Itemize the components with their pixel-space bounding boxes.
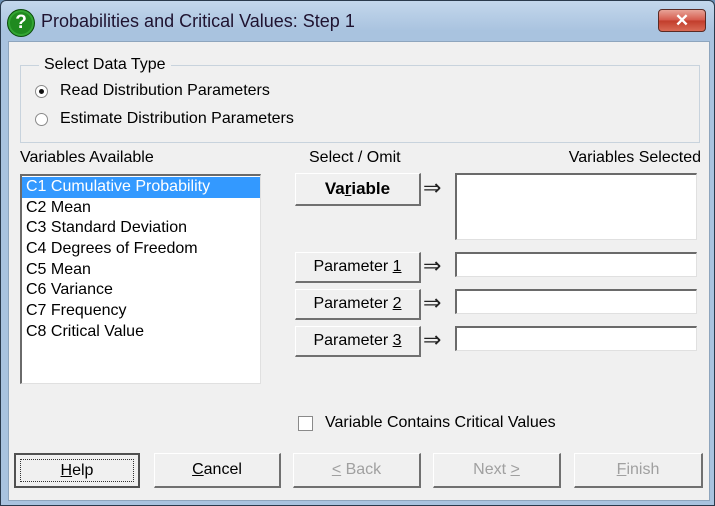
button-mnemonic: 3 (392, 332, 402, 349)
variable-selected-field[interactable] (455, 173, 697, 240)
variable-button[interactable]: Variable (295, 173, 421, 206)
button-text: Next (473, 461, 511, 478)
focus-rectangle (20, 459, 134, 482)
parameter-3-button[interactable]: Parameter 3 (295, 326, 421, 357)
critical-values-checkbox-label: Variable Contains Critical Values (325, 414, 556, 431)
list-item[interactable]: C5 Mean (22, 260, 260, 281)
parameter-2-field[interactable] (455, 289, 697, 314)
button-mnemonic: C (192, 461, 204, 478)
list-item[interactable]: C3 Standard Deviation (22, 218, 260, 239)
question-icon: ? (7, 9, 35, 37)
close-icon: ✕ (674, 11, 690, 30)
list-item[interactable]: C6 Variance (22, 280, 260, 301)
parameter-3-field[interactable] (455, 326, 697, 351)
arrow-right-icon: ⇒ (423, 327, 442, 352)
back-button[interactable]: < Back (293, 453, 421, 488)
list-item[interactable]: C2 Mean (22, 198, 260, 219)
button-text: Parameter (313, 258, 393, 275)
button-mnemonic: < (331, 461, 342, 478)
dialog-window: ? Probabilities and Critical Values: Ste… (0, 0, 715, 506)
button-mnemonic: 1 (392, 258, 402, 275)
arrow-right-icon: ⇒ (423, 290, 442, 315)
window-title: Probabilities and Critical Values: Step … (41, 11, 355, 31)
button-mnemonic: 2 (392, 295, 402, 312)
data-type-group (20, 65, 700, 143)
dialog-body: Select Data Type Read Distribution Param… (8, 41, 710, 501)
list-item[interactable]: C7 Frequency (22, 301, 260, 322)
title-bar[interactable]: ? Probabilities and Critical Values: Ste… (1, 1, 714, 41)
button-text: Back (341, 461, 382, 478)
variables-available-list[interactable]: C1 Cumulative Probability C2 Mean C3 Sta… (20, 174, 261, 384)
radio-label: Read Distribution Parameters (60, 82, 270, 99)
button-text: inish (626, 461, 660, 478)
help-button[interactable]: Help (14, 453, 140, 488)
button-text: Va (324, 179, 345, 198)
radio-button[interactable] (35, 112, 48, 126)
critical-values-checkbox[interactable] (298, 416, 313, 431)
button-text: iable (351, 179, 391, 198)
button-text: ancel (203, 461, 242, 478)
parameter-1-button[interactable]: Parameter 1 (295, 252, 421, 283)
button-text: Parameter (313, 295, 393, 312)
variables-available-label: Variables Available (20, 149, 154, 166)
data-type-group-legend: Select Data Type (39, 56, 171, 74)
select-omit-label: Select / Omit (309, 149, 401, 166)
arrow-right-icon: ⇒ (423, 253, 442, 278)
next-button[interactable]: Next > (433, 453, 561, 488)
list-item[interactable]: C4 Degrees of Freedom (22, 239, 260, 260)
parameter-1-field[interactable] (455, 252, 697, 277)
radio-button-selected[interactable] (35, 84, 48, 98)
radio-label: Estimate Distribution Parameters (60, 110, 294, 127)
cancel-button[interactable]: Cancel (154, 453, 281, 488)
button-mnemonic: > (510, 461, 520, 478)
close-button[interactable]: ✕ (658, 9, 706, 32)
variables-selected-label: Variables Selected (568, 149, 701, 166)
list-item[interactable]: C8 Critical Value (22, 322, 260, 343)
finish-button[interactable]: Finish (574, 453, 703, 488)
arrow-right-icon: ⇒ (423, 175, 442, 200)
radio-read-parameters[interactable]: Read Distribution Parameters (35, 82, 270, 100)
radio-estimate-parameters[interactable]: Estimate Distribution Parameters (35, 110, 294, 128)
parameter-2-button[interactable]: Parameter 2 (295, 289, 421, 320)
button-text: Parameter (313, 332, 393, 349)
list-item[interactable]: C1 Cumulative Probability (22, 177, 260, 198)
button-mnemonic: F (616, 461, 627, 478)
